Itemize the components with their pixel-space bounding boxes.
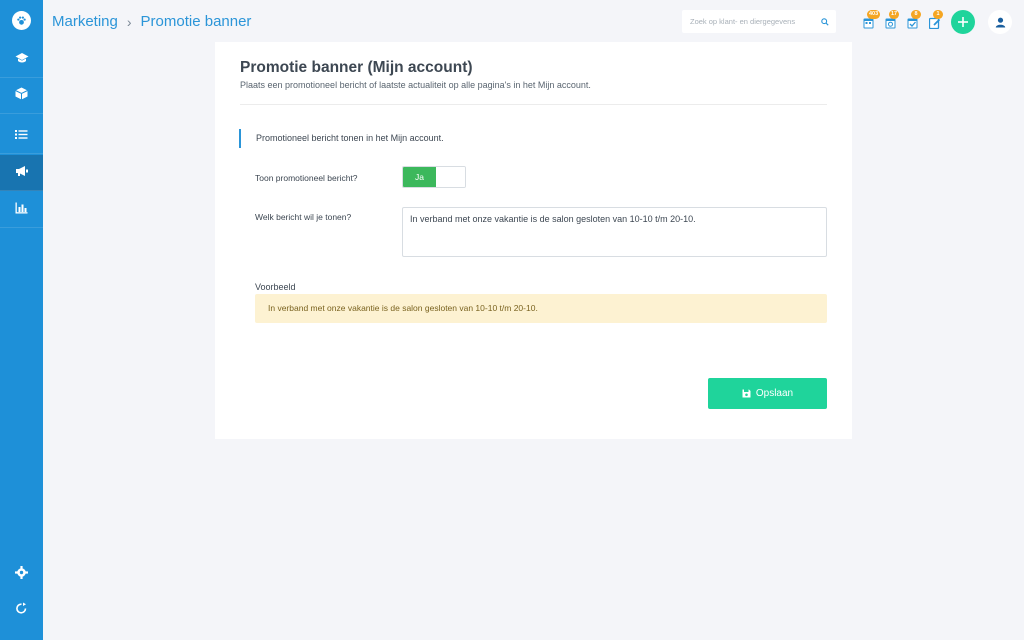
gear-icon [15, 566, 28, 584]
preview-banner: In verband met onze vakantie is de salon… [255, 294, 827, 323]
promo-banner-card: Promotie banner (Mijn account) Plaats ee… [215, 42, 852, 439]
sidebar-item-reports[interactable] [0, 192, 43, 228]
save-button[interactable]: Opslaan [708, 378, 827, 409]
add-button[interactable] [951, 10, 975, 34]
notes-badge: 1 [933, 10, 943, 19]
floppy-disk-icon [742, 389, 751, 398]
show-message-label: Toon promotioneel bericht? [255, 173, 358, 183]
tasks-button[interactable]: 8 [907, 10, 921, 30]
sidebar [0, 0, 43, 640]
box-icon [15, 87, 28, 105]
sidebar-item-products[interactable] [0, 78, 43, 114]
bar-chart-icon [15, 201, 28, 219]
calendar-badge: 403 [867, 10, 881, 19]
appointments-button[interactable]: 17 [885, 10, 900, 30]
search-input[interactable]: Zoek op klant- en diergegevens [682, 10, 836, 33]
settings-button[interactable] [0, 560, 43, 590]
megaphone-icon [15, 164, 29, 182]
toggle-on-label: Ja [403, 167, 436, 187]
tasks-badge: 8 [911, 10, 921, 19]
divider [240, 104, 827, 105]
page-subtitle: Plaats een promotioneel bericht of laats… [240, 80, 591, 90]
sidebar-item-lists[interactable] [0, 118, 43, 154]
plus-icon [958, 17, 968, 27]
section-heading: Promotioneel bericht tonen in het Mijn a… [239, 129, 444, 148]
user-menu-button[interactable] [988, 10, 1012, 34]
preview-label: Voorbeeld [255, 282, 296, 292]
message-label: Welk bericht wil je tonen? [255, 212, 352, 222]
list-icon [15, 127, 28, 145]
message-textarea[interactable]: In verband met onze vakantie is de salon… [402, 207, 827, 257]
notes-button[interactable]: 1 [928, 10, 943, 30]
search-placeholder: Zoek op klant- en diergegevens [690, 17, 796, 26]
show-message-toggle[interactable]: Ja [402, 166, 466, 188]
sidebar-item-education[interactable] [0, 42, 43, 78]
topbar: Marketing › Promotie banner Zoek op klan… [43, 0, 1024, 44]
calendar-button[interactable]: 403 [863, 10, 881, 30]
page-title: Promotie banner (Mijn account) [240, 59, 473, 76]
breadcrumb: Marketing › Promotie banner [52, 13, 251, 30]
save-button-label: Opslaan [755, 388, 794, 399]
sidebar-item-marketing[interactable] [0, 155, 43, 191]
refresh-icon [15, 602, 28, 620]
paw-icon[interactable] [12, 11, 31, 30]
breadcrumb-current: Promotie banner [140, 13, 252, 30]
breadcrumb-parent[interactable]: Marketing [52, 13, 118, 30]
toggle-off-area [436, 167, 465, 187]
user-icon [995, 17, 1005, 27]
search-icon[interactable] [814, 17, 836, 26]
chevron-right-icon: › [126, 13, 132, 30]
refresh-button[interactable] [0, 596, 43, 626]
graduation-cap-icon [15, 51, 29, 69]
appointments-badge: 17 [889, 10, 900, 19]
